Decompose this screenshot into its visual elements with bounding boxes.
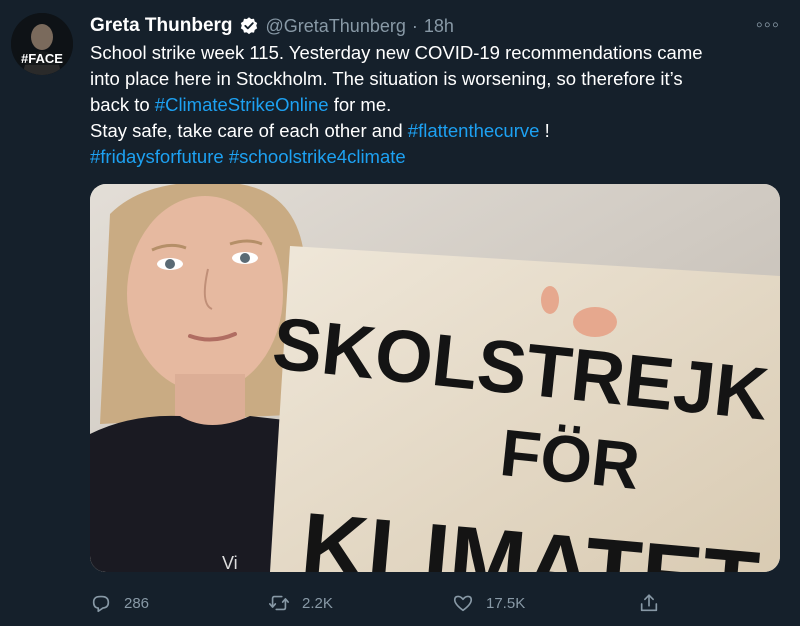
shirt-text: Vi <box>222 553 238 572</box>
tweet-header: Greta Thunberg @GretaThunberg · 18h <box>90 14 454 38</box>
tweet-timestamp[interactable]: 18h <box>424 16 454 37</box>
reply-button[interactable]: 286 <box>90 588 149 618</box>
retweet-count: 2.2K <box>302 594 333 612</box>
like-button[interactable]: 17.5K <box>452 588 525 618</box>
heart-icon <box>453 595 473 612</box>
more-options-icon[interactable]: ◦◦◦ <box>756 14 780 37</box>
tweet-line-5: #fridaysforfuture #schoolstrike4climate <box>90 144 780 170</box>
tweet-line-3: back to #ClimateStrikeOnline for me. <box>90 94 392 115</box>
author-avatar[interactable]: #FACE <box>11 13 73 75</box>
retweet-button[interactable]: 2.2K <box>268 588 333 618</box>
hashtag-link[interactable]: #schoolstrike4climate <box>229 146 406 167</box>
reply-count: 286 <box>124 594 150 612</box>
hashtag-link[interactable]: #fridaysforfuture <box>90 146 224 167</box>
hashtag-link[interactable]: #flattenthecurve <box>408 120 540 141</box>
tweet-photo[interactable]: Vi SKOLSTREJK FÖR KLIMATET <box>90 184 780 572</box>
hashtag-link[interactable]: #ClimateStrikeOnline <box>155 94 329 115</box>
separator-dot: · <box>411 15 418 36</box>
tweet-text: School strike week 115. Yesterday new CO… <box>90 40 780 170</box>
verified-badge-icon <box>239 16 259 36</box>
tweet-line-2: into place here in Stockholm. The situat… <box>90 68 683 89</box>
like-count: 17.5K <box>486 594 526 612</box>
author-handle[interactable]: @GretaThunberg <box>266 16 406 37</box>
reply-icon <box>92 595 110 613</box>
tweet-actions: 286 2.2K 17.5K <box>90 588 780 618</box>
sign-line-2: FÖR <box>497 415 643 503</box>
tweet-line-4: Stay safe, take care of each other and #… <box>90 120 550 141</box>
author-name[interactable]: Greta Thunberg <box>90 15 233 37</box>
share-button[interactable] <box>638 588 672 618</box>
retweet-icon <box>269 595 289 611</box>
avatar-text: #FACE <box>21 51 63 66</box>
share-icon <box>640 594 658 612</box>
tweet-line-1: School strike week 115. Yesterday new CO… <box>90 42 703 63</box>
